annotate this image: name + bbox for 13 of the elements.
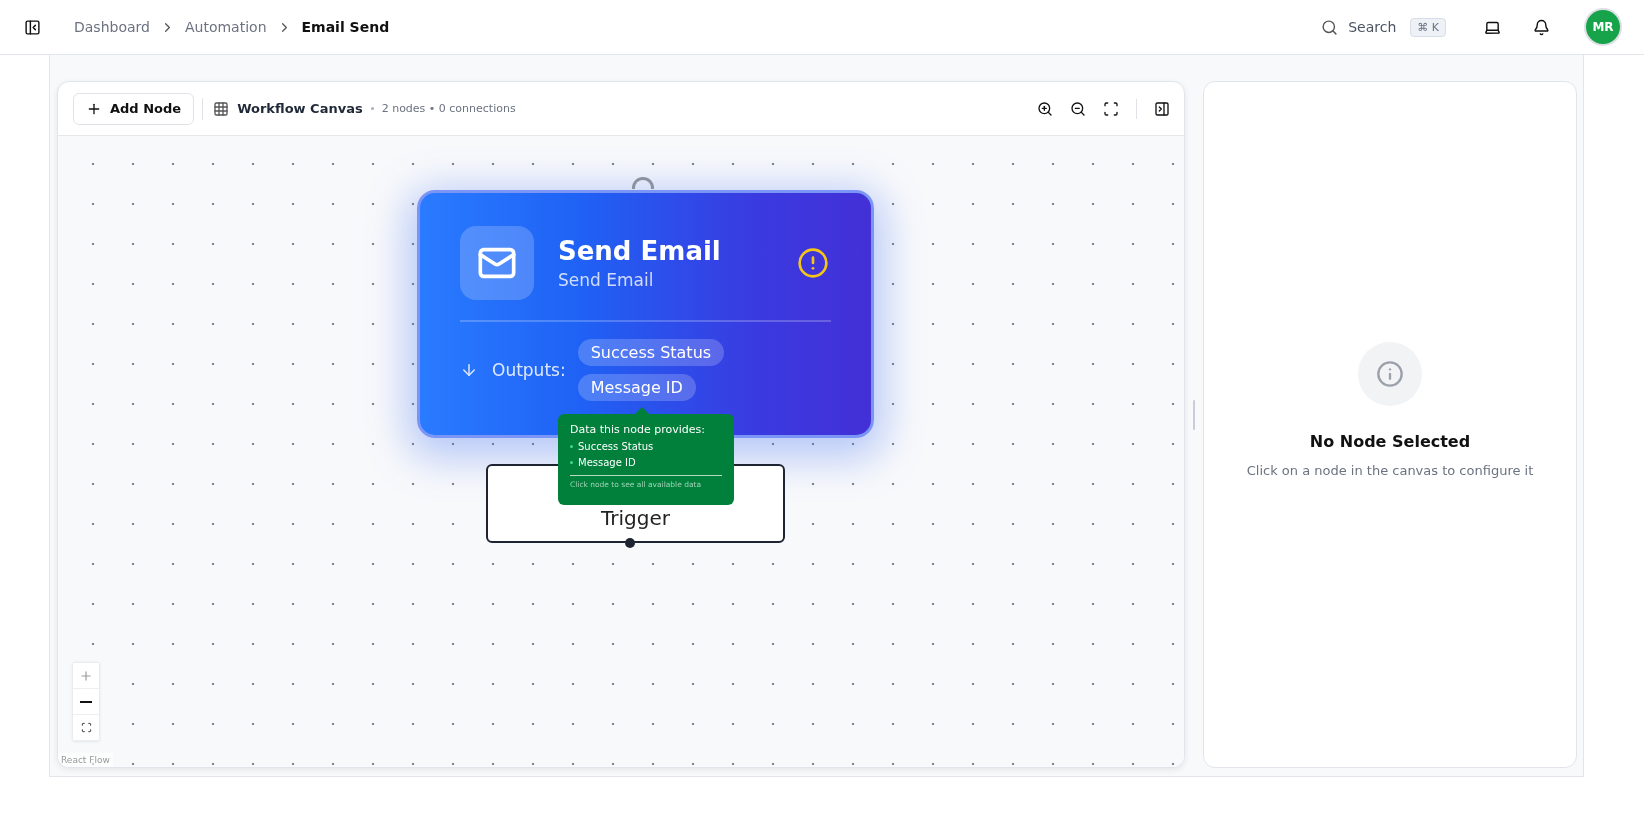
tooltip-item: Message ID [578, 457, 636, 468]
panel-title: No Node Selected [1309, 431, 1471, 451]
node-subtitle: Send Email [558, 270, 655, 290]
tooltip-item: Success Status [578, 441, 654, 452]
panel-message: Click on a node in the canvas to configure it [1246, 462, 1534, 478]
output-tag: Success Status [577, 339, 725, 366]
canvas-summary: 2 nodes • 0 connections [381, 102, 516, 115]
outputs-label: Outputs: [492, 360, 566, 380]
canvas-title: Workflow Canvas [237, 101, 363, 116]
node-title: Send Email [558, 236, 721, 266]
shortcut-hint: ⌘ K [1410, 17, 1446, 37]
output-tag: Message ID [577, 374, 696, 401]
tooltip-heading: Data this node provides: [570, 423, 707, 436]
